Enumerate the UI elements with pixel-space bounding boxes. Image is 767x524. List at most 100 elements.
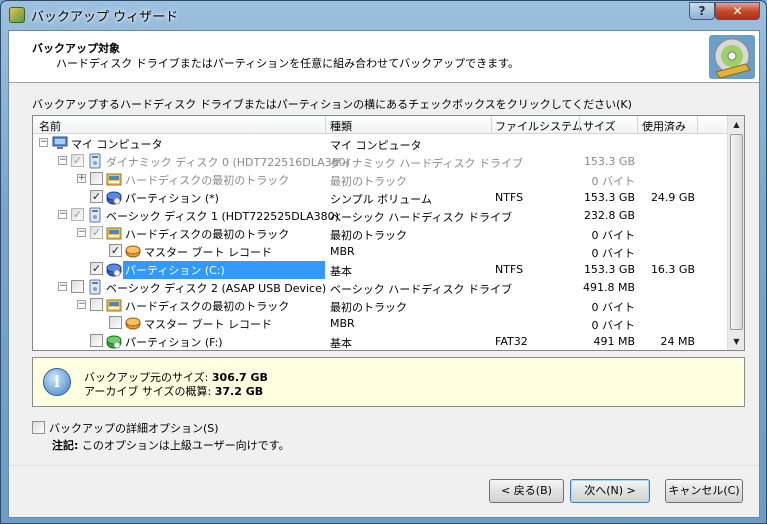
tree-row[interactable]: ✓ パーティション (C:) 基本 NTFS 153.3 GB 16.3 GB — [33, 260, 727, 279]
row-type: ベーシック ハードディスク ドライブ — [330, 211, 513, 224]
row-filesystem: FAT32 — [495, 335, 528, 348]
help-button[interactable]: ? — [689, 2, 715, 20]
row-size: 0 バイト — [591, 301, 636, 314]
back-button[interactable]: < 戻る(B) — [489, 479, 564, 503]
column-divider — [325, 116, 326, 133]
column-used[interactable]: 使用済み — [642, 118, 686, 134]
tree-row[interactable]: ✓ マスター ブート レコード MBR 0 バイト — [33, 242, 727, 260]
row-name[interactable]: パーティション (C:) — [123, 261, 325, 279]
row-checkbox[interactable]: ✓ — [90, 262, 103, 275]
row-size: 0 バイト — [591, 319, 636, 332]
tree-row[interactable]: + ハードディスクの最初のトラック 最初のトラック 0 バイト — [33, 170, 727, 188]
track-icon — [106, 171, 122, 187]
tree-row[interactable]: − マイ コンピュータ マイ コンピュータ — [33, 134, 727, 152]
tree-row[interactable]: − ハードディスクの最初のトラック 最初のトラック 0 バイト — [33, 296, 727, 314]
row-name[interactable]: ハードディスクの最初のトラック — [123, 225, 291, 243]
row-name[interactable]: マスター ブート レコード — [142, 315, 274, 333]
row-name[interactable]: パーティション (F:) — [123, 333, 225, 350]
row-checkbox[interactable]: ✓ — [109, 244, 122, 257]
row-used: 24.9 GB — [650, 191, 695, 204]
tree-row[interactable]: − ✓ ハードディスクの最初のトラック 最初のトラック 0 バイト — [33, 224, 727, 242]
advanced-options-label[interactable]: バックアップの詳細オプション(S) — [49, 420, 219, 436]
page-subtitle: ハードディスク ドライブまたはパーティションを任意に組み合わせてバックアップでき… — [56, 57, 519, 70]
partition-icon — [106, 261, 122, 277]
scroll-up-arrow-icon[interactable]: ▲ — [728, 116, 744, 133]
row-type: ベーシック ハードディスク ドライブ — [330, 283, 513, 296]
row-type: MBR — [330, 245, 355, 258]
row-checkbox[interactable]: ✓ — [90, 226, 103, 239]
computer-icon — [52, 135, 68, 151]
collapse-icon[interactable]: − — [58, 156, 67, 165]
vertical-scrollbar[interactable]: ▲ ▼ — [727, 116, 744, 350]
row-name[interactable]: ハードディスクの最初のトラック — [123, 171, 291, 189]
tree-header: 名前 種類 ファイルシステム サイズ 使用済み — [33, 116, 727, 134]
tree-row[interactable]: − ベーシック ディスク 2 (ASAP USB Device) ベーシック ハード… — [33, 278, 727, 296]
track-icon — [106, 225, 122, 241]
collapse-icon[interactable]: − — [58, 282, 67, 291]
tree-row[interactable]: ✓ パーティション (*) シンプル ボリューム NTFS 153.3 GB 24.9 G… — [33, 188, 727, 206]
collapse-icon[interactable]: − — [77, 300, 86, 309]
tree-rows: − マイ コンピュータ マイ コンピュータ − ✓ ダイナミック ディスク 0 (HDT7… — [33, 134, 727, 350]
next-button[interactable]: 次へ(N) > — [570, 479, 650, 503]
wizard-window: バックアップ ウィザード ? ✕ バックアップ対象 ハードディスク ドライブまた… — [0, 0, 767, 524]
row-checkbox[interactable] — [90, 334, 103, 347]
row-name[interactable]: ベーシック ディスク 1 (HDT722525DLA380) — [104, 207, 341, 225]
drive-tree[interactable]: 名前 種類 ファイルシステム サイズ 使用済み − マイ コンピュータ マイ コンピ… — [32, 115, 745, 351]
row-name[interactable]: ダイナミック ディスク 0 (HDT722516DLA380) — [104, 153, 352, 171]
scroll-down-arrow-icon[interactable]: ▼ — [728, 333, 744, 350]
column-divider — [579, 116, 580, 133]
row-size: 153.3 GB — [583, 191, 635, 204]
tree-row[interactable]: − ✓ ダイナミック ディスク 0 (HDT722516DLA380) ダイナミック … — [33, 152, 727, 170]
row-type: マイ コンピュータ — [330, 139, 422, 152]
row-type: 最初のトラック — [330, 229, 407, 242]
tree-row[interactable]: − ✓ ベーシック ディスク 1 (HDT722525DLA380) ベーシック ハー… — [33, 206, 727, 224]
row-checkbox[interactable] — [109, 316, 122, 329]
column-divider — [637, 116, 638, 133]
row-checkbox[interactable] — [71, 280, 84, 293]
collapse-icon[interactable]: − — [58, 210, 67, 219]
row-type: 基本 — [330, 337, 352, 350]
collapse-icon[interactable]: − — [77, 228, 86, 237]
row-filesystem: NTFS — [495, 263, 524, 276]
row-filesystem: NTFS — [495, 191, 524, 204]
column-type[interactable]: 種類 — [330, 118, 352, 134]
row-size: 491.8 MB — [583, 281, 636, 294]
tree-row[interactable]: マスター ブート レコード MBR 0 バイト — [33, 314, 727, 332]
wizard-body: バックアップ対象 ハードディスク ドライブまたはパーティションを任意に組み合わせ… — [8, 30, 760, 518]
row-name[interactable]: ハードディスクの最初のトラック — [123, 297, 291, 315]
row-checkbox[interactable]: ✓ — [71, 154, 84, 167]
row-used: 24 MB — [660, 335, 695, 348]
archive-size-value: 37.2 GB — [214, 385, 264, 398]
tree-row[interactable]: パーティション (F:) 基本 FAT32 491 MB 24 MB — [33, 332, 727, 350]
row-used: 16.3 GB — [650, 263, 695, 276]
row-size: 491 MB — [593, 335, 635, 348]
page-title: バックアップ対象 — [32, 42, 120, 55]
collapse-icon[interactable]: − — [39, 138, 48, 147]
size-info-panel: i バックアップ元のサイズ: 306.7 GB アーカイブ サイズの概算: 37… — [32, 357, 745, 407]
row-name[interactable]: マイ コンピュータ — [69, 135, 165, 153]
column-name[interactable]: 名前 — [39, 118, 61, 134]
column-size[interactable]: サイズ — [583, 118, 616, 134]
row-checkbox[interactable] — [90, 172, 103, 185]
row-size: 0 バイト — [591, 247, 636, 260]
row-size: 153.3 GB — [583, 155, 635, 168]
row-type: MBR — [330, 317, 355, 330]
expand-icon[interactable]: + — [77, 174, 86, 183]
cancel-button[interactable]: キャンセル(C) — [665, 479, 743, 503]
column-filesystem[interactable]: ファイルシステム — [495, 118, 583, 134]
row-checkbox[interactable]: ✓ — [90, 190, 103, 203]
row-checkbox[interactable] — [90, 298, 103, 311]
hard-disk-icon — [87, 153, 103, 169]
row-type: シンプル ボリューム — [330, 193, 432, 206]
hard-disk-icon — [87, 207, 103, 223]
column-divider — [491, 116, 492, 133]
row-checkbox[interactable]: ✓ — [71, 208, 84, 221]
row-size: 0 バイト — [591, 229, 636, 242]
advanced-options-checkbox[interactable] — [32, 421, 45, 434]
row-name[interactable]: パーティション (*) — [123, 189, 221, 207]
row-name[interactable]: ベーシック ディスク 2 (ASAP USB Device) — [104, 279, 328, 297]
row-name[interactable]: マスター ブート レコード — [142, 243, 274, 261]
title-bar[interactable]: バックアップ ウィザード ? ✕ — [1, 1, 766, 29]
scroll-thumb[interactable] — [730, 134, 743, 330]
close-button[interactable]: ✕ — [715, 2, 760, 20]
